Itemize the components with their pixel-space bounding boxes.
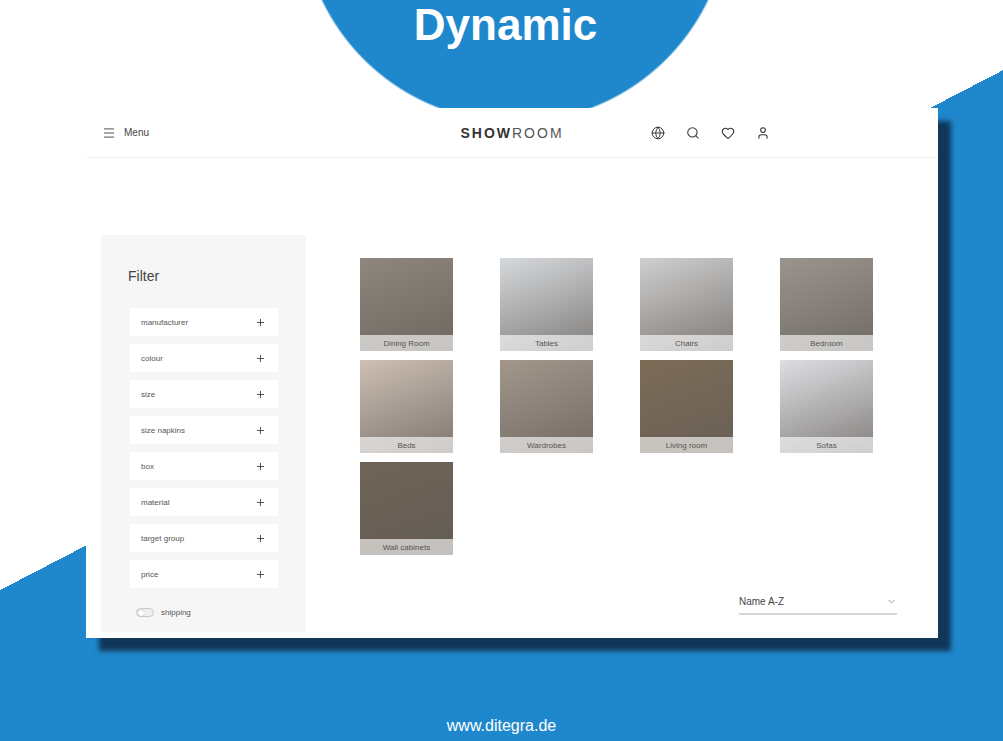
category-label: Bedroom [780,335,873,351]
globe-icon [651,126,665,140]
banner-title: Dynamic [414,0,597,108]
header-icons [612,126,938,140]
user-icon [756,126,770,140]
category-tile[interactable]: Bedroom [780,258,873,351]
filter-item[interactable]: colour [130,344,278,372]
filter-label: price [141,570,158,579]
filter-label: size [141,390,155,399]
category-area: Dining Room Tables Chairs Bedroom Beds Wardro… [306,235,938,632]
logo[interactable]: SHOWROOM [412,125,612,141]
logo-bold: SHOW [460,125,512,141]
filter-label: box [141,462,154,471]
plus-icon [255,497,266,508]
category-label: Wall cabinets [360,539,453,555]
hamburger-icon [102,126,116,140]
filter-label: manufacturer [141,318,188,327]
sort-dropdown[interactable]: Name A-Z [739,589,897,615]
footer: www.ditegra.de [0,638,1003,741]
category-tile[interactable]: Dining Room [360,258,453,351]
filter-item[interactable]: box [130,452,278,480]
plus-icon [255,533,266,544]
filter-list: manufacturer colour size size napkins box mat… [130,308,306,588]
category-tile[interactable]: Wall cabinets [360,462,453,555]
plus-icon [255,425,266,436]
category-label: Sofas [780,437,873,453]
menu-button[interactable]: Menu [86,126,412,140]
category-tile[interactable]: Beds [360,360,453,453]
heart-icon [721,126,735,140]
header: Menu SHOWROOM [86,108,938,158]
filter-label: colour [141,354,163,363]
account-button[interactable] [756,126,770,140]
filter-title: Filter [128,267,306,285]
plus-icon [255,461,266,472]
filter-label: target group [141,534,184,543]
plus-icon [255,317,266,328]
filter-panel: Filter manufacturer colour size size napkins… [101,235,306,632]
plus-icon [255,353,266,364]
menu-label: Menu [124,127,149,138]
category-label: Wardrobes [500,437,593,453]
footer-url[interactable]: www.ditegra.de [447,717,556,735]
category-tile[interactable]: Wardrobes [500,360,593,453]
category-tile[interactable]: Tables [500,258,593,351]
toggle-knob [138,610,144,616]
chevron-down-icon [886,596,897,607]
category-tile[interactable]: Living room [640,360,733,453]
wishlist-button[interactable] [721,126,735,140]
content: Filter manufacturer colour size size napkins… [86,158,938,638]
filter-item[interactable]: size [130,380,278,408]
filter-label: size napkins [141,426,185,435]
sort-value: Name A-Z [739,596,784,607]
page: Dynamic Menu SHOWROOM Filter manufacturer col… [0,0,1003,741]
category-label: Living room [640,437,733,453]
toggle-label: shipping [161,608,191,617]
search-icon [686,126,700,140]
plus-icon [255,389,266,400]
category-grid: Dining Room Tables Chairs Bedroom Beds Wardro… [360,258,897,555]
plus-icon [255,569,266,580]
category-label: Dining Room [360,335,453,351]
showroom-card: Menu SHOWROOM Filter manufacturer colour size… [86,108,938,638]
category-label: Tables [500,335,593,351]
filter-item[interactable]: manufacturer [130,308,278,336]
category-label: Chairs [640,335,733,351]
filter-label: material [141,498,169,507]
category-tile[interactable]: Sofas [780,360,873,453]
filter-item[interactable]: size napkins [130,416,278,444]
filter-item[interactable]: target group [130,524,278,552]
search-button[interactable] [686,126,700,140]
category-label: Beds [360,437,453,453]
logo-light: ROOM [512,125,564,141]
language-button[interactable] [651,126,665,140]
shipping-toggle-row: shipping [136,608,306,617]
filter-item[interactable]: price [130,560,278,588]
filter-item[interactable]: material [130,488,278,516]
banner: Dynamic [0,0,1003,108]
category-tile[interactable]: Chairs [640,258,733,351]
shipping-toggle[interactable] [136,608,154,617]
